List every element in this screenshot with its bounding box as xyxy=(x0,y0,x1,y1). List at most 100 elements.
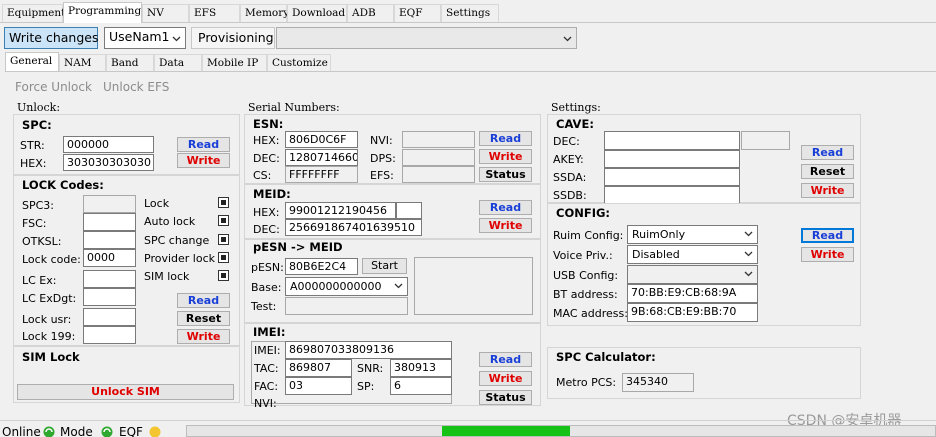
snr-input[interactable]: 380913 xyxy=(390,359,452,377)
cave-dec-label: DEC: xyxy=(553,135,580,148)
ssdb-input[interactable] xyxy=(604,186,740,204)
lock-199-input[interactable] xyxy=(83,326,136,344)
lc-ex-input[interactable] xyxy=(83,270,136,288)
meid-hex-input[interactable]: 99001212190456 xyxy=(285,202,396,219)
sim-lock-checkbox[interactable] xyxy=(218,270,229,281)
lock-write-button[interactable]: Write xyxy=(177,329,230,344)
esn-dec-input[interactable]: 12807146607 xyxy=(285,149,358,166)
meid-read-button[interactable]: Read xyxy=(479,200,532,215)
efs-input[interactable] xyxy=(402,166,475,183)
tab-programming[interactable]: Programming xyxy=(63,2,142,23)
tab-eqf[interactable]: EQF xyxy=(394,4,441,22)
tab-equipment[interactable]: Equipment xyxy=(2,4,65,22)
mac-address-input[interactable]: 9B:68:CB:E9:BB:70 xyxy=(627,303,758,322)
lc-exdgt-label: LC ExDgt: xyxy=(22,292,77,305)
esn-cs-input[interactable]: FFFFFFFF xyxy=(285,166,358,183)
cave-read-button[interactable]: Read xyxy=(801,145,854,160)
spc-read-button[interactable]: Read xyxy=(177,137,230,152)
tac-input[interactable]: 869807 xyxy=(285,359,352,377)
tab-nv[interactable]: NV xyxy=(142,4,189,22)
esn-hex-input[interactable]: 806D0C6F xyxy=(285,131,358,148)
nvi-label: NVI: xyxy=(370,134,393,147)
tac-label: TAC: xyxy=(254,362,279,375)
fac-input[interactable]: 03 xyxy=(285,377,352,395)
nvi-input[interactable] xyxy=(402,131,475,148)
meid-check-input[interactable] xyxy=(396,202,422,219)
imei-write-button[interactable]: Write xyxy=(479,371,532,386)
akey-input[interactable] xyxy=(604,150,740,168)
lock-codes-title: LOCK Codes: xyxy=(22,178,104,192)
lock-code-input[interactable]: 0000 xyxy=(83,249,136,267)
imei-input[interactable]: 869807033809136 xyxy=(285,341,452,359)
subtab-customize[interactable]: Customize xyxy=(267,54,331,71)
subtab-band[interactable]: Band xyxy=(106,54,154,71)
fsc-input[interactable] xyxy=(83,213,136,231)
cave-reset-button[interactable]: Reset xyxy=(801,164,854,179)
test-label: Test: xyxy=(251,300,277,313)
usb-config-select[interactable] xyxy=(627,265,758,284)
bt-address-input[interactable]: 70:BB:E9:CB:68:9A xyxy=(627,284,758,303)
tab-settings[interactable]: Settings xyxy=(441,4,499,22)
esn-write-button[interactable]: Write xyxy=(479,149,532,164)
auto-lock-checkbox[interactable] xyxy=(218,215,229,226)
lock-reset-button[interactable]: Reset xyxy=(177,311,230,326)
cave-write-button[interactable]: Write xyxy=(801,183,854,198)
provisioning-select[interactable] xyxy=(276,27,577,49)
mac-address-label: MAC address: xyxy=(553,307,628,320)
user-select[interactable]: UseNam1 xyxy=(104,27,186,49)
cave-dec-extra-input[interactable] xyxy=(741,131,790,150)
subtab-nam[interactable]: NAM xyxy=(59,54,106,71)
lock-usr-input[interactable] xyxy=(83,308,136,326)
recycle-icon xyxy=(101,426,113,437)
lock-checkbox[interactable] xyxy=(218,197,229,208)
lc-exdgt-input[interactable] xyxy=(83,288,136,306)
spc-write-button[interactable]: Write xyxy=(177,153,230,168)
esn-title: ESN: xyxy=(253,117,284,131)
spc-change-checkbox[interactable] xyxy=(218,234,229,245)
pesn-input[interactable]: 80B6E2C4 xyxy=(285,258,358,275)
write-changes-button[interactable]: Write changes xyxy=(4,27,99,49)
imei-nvi-label: NVI: xyxy=(254,397,277,410)
subtab-mobile-ip[interactable]: Mobile IP xyxy=(202,54,267,71)
cave-dec-input[interactable] xyxy=(604,131,740,150)
config-read-button[interactable]: Read xyxy=(801,228,854,243)
sp-input[interactable]: 6 xyxy=(390,377,452,395)
imei-status-button[interactable]: Status xyxy=(479,390,532,405)
provider-lock-checkbox[interactable] xyxy=(218,252,229,263)
pesn-output-box xyxy=(414,257,533,315)
test-input[interactable] xyxy=(285,297,408,315)
otksl-input[interactable] xyxy=(83,231,136,249)
tab-efs[interactable]: EFS xyxy=(189,4,240,22)
imei-read-button[interactable]: Read xyxy=(479,352,532,367)
esn-read-button[interactable]: Read xyxy=(479,131,532,146)
metro-pcs-input[interactable]: 345340 xyxy=(622,373,694,392)
lock-read-button[interactable]: Read xyxy=(177,293,230,308)
dps-input[interactable] xyxy=(402,149,475,166)
tab-download[interactable]: Download xyxy=(287,4,347,22)
subtab-data[interactable]: Data xyxy=(154,54,202,71)
meid-write-button[interactable]: Write xyxy=(479,218,532,233)
hex-label: HEX: xyxy=(20,157,47,170)
tab-memory[interactable]: Memory xyxy=(240,4,289,22)
subtab-general[interactable]: General xyxy=(5,52,59,71)
pesn-label: pESN: xyxy=(251,261,284,274)
settings-title: Settings: xyxy=(551,101,601,114)
lock-code-label: Lock code: xyxy=(22,253,81,266)
config-write-button[interactable]: Write xyxy=(801,247,854,262)
ruim-config-select[interactable]: RuimOnly xyxy=(627,225,758,244)
force-unlock-button[interactable]: Force Unlock xyxy=(15,80,92,94)
ssda-input[interactable] xyxy=(604,168,740,186)
unlock-sim-button[interactable]: Unlock SIM xyxy=(17,384,234,400)
spc3-input[interactable] xyxy=(83,195,136,213)
pesn-start-button[interactable]: Start xyxy=(362,258,407,274)
provisioning-button[interactable]: Provisioning xyxy=(191,27,275,49)
esn-status-button[interactable]: Status xyxy=(479,167,532,182)
unlock-efs-button[interactable]: Unlock EFS xyxy=(103,80,169,94)
tab-adb[interactable]: ADB xyxy=(347,4,394,22)
main-tab-bar: Equipment Programming NV EFS Memory Down… xyxy=(0,2,936,23)
base-select[interactable]: A000000000000 xyxy=(285,277,408,296)
meid-dec-input[interactable]: 256691867401639510 xyxy=(285,219,422,236)
voice-priv-select[interactable]: Disabled xyxy=(627,245,758,264)
str-input[interactable]: 000000 xyxy=(63,136,154,153)
hex-input[interactable]: 303030303030 xyxy=(63,154,154,171)
